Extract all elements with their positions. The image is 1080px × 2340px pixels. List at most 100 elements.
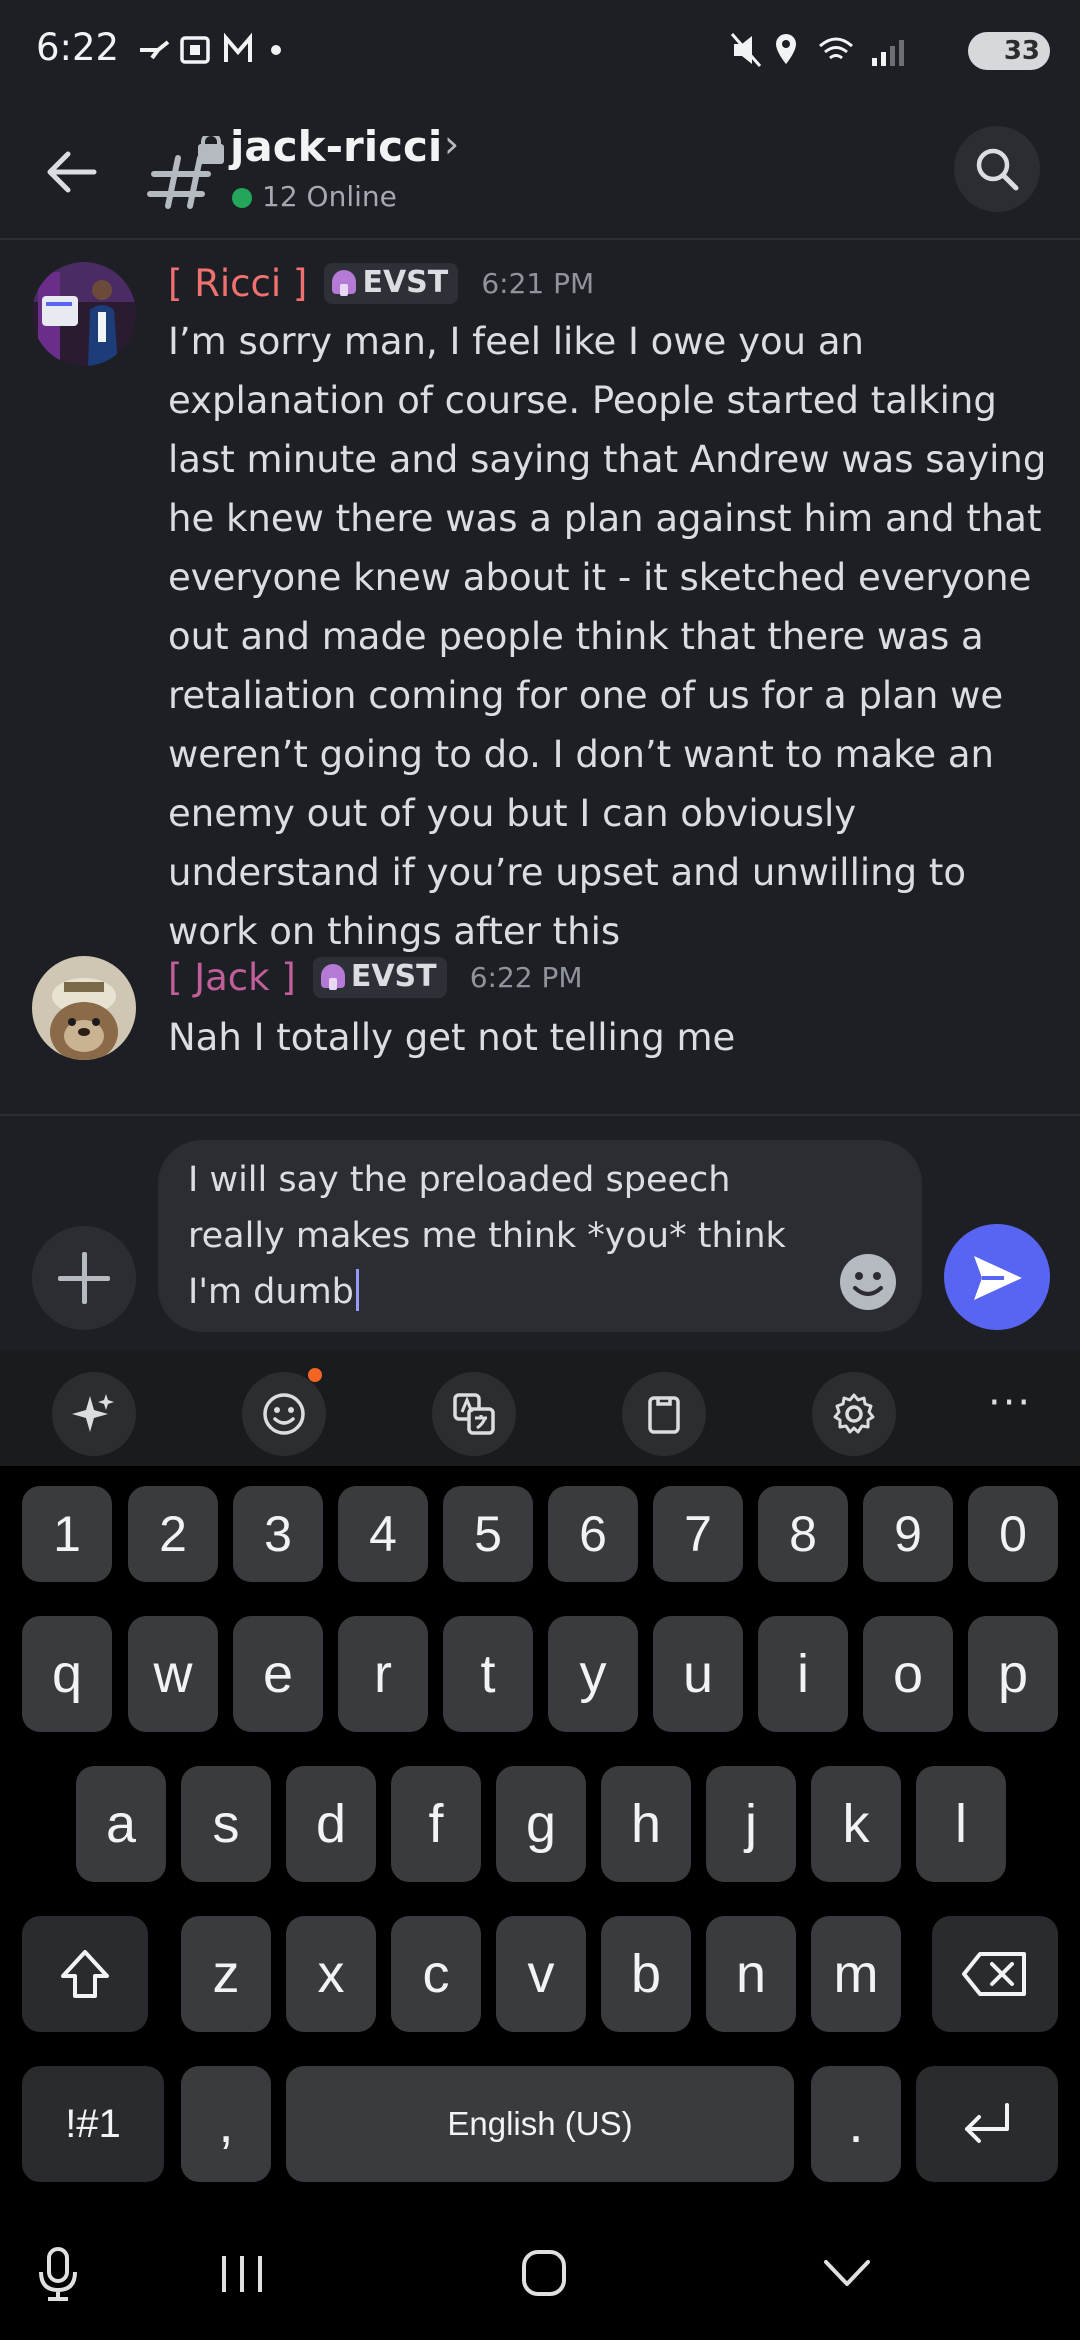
author-name[interactable]: [ Ricci ]: [168, 262, 307, 305]
key-9[interactable]: 9: [863, 1486, 953, 1582]
key-8[interactable]: 8: [758, 1486, 848, 1582]
emoji-icon: [840, 1254, 896, 1310]
back-button[interactable]: [40, 140, 104, 204]
key-x[interactable]: x: [286, 1916, 376, 2032]
author-name[interactable]: [ Jack ]: [168, 956, 296, 999]
key-5[interactable]: 5: [443, 1486, 533, 1582]
comma-key[interactable]: ,: [181, 2066, 271, 2182]
back-arrow-icon: [47, 151, 97, 193]
translate-icon: [453, 1393, 495, 1435]
channel-name[interactable]: jack-ricci: [230, 122, 442, 171]
key-y[interactable]: y: [548, 1616, 638, 1732]
add-attachment-button[interactable]: [32, 1226, 136, 1330]
message-meta: [ Jack ] EVST 6:22 PM: [168, 956, 583, 1002]
key-3[interactable]: 3: [233, 1486, 323, 1582]
key-h[interactable]: h: [601, 1766, 691, 1882]
key-l[interactable]: l: [916, 1766, 1006, 1882]
key-j[interactable]: j: [706, 1766, 796, 1882]
symbols-key[interactable]: !#1: [22, 2066, 164, 2182]
battery-indicator: 33: [968, 32, 1050, 70]
keyboard-settings-button[interactable]: [812, 1372, 896, 1456]
key-k[interactable]: k: [811, 1766, 901, 1882]
key-w[interactable]: w: [128, 1616, 218, 1732]
key-b[interactable]: b: [601, 1916, 691, 2032]
key-p[interactable]: p: [968, 1616, 1058, 1732]
period-key[interactable]: .: [811, 2066, 901, 2182]
message-input-text[interactable]: I will say the preloaded speech really m…: [188, 1152, 838, 1320]
search-icon: [976, 148, 1019, 191]
message-meta: [ Ricci ] EVST 6:21 PM: [168, 262, 594, 308]
send-button[interactable]: [944, 1224, 1050, 1330]
shift-icon: [61, 1950, 109, 1998]
enter-key[interactable]: [916, 2066, 1058, 2182]
chevron-right-icon[interactable]: ›: [444, 122, 459, 166]
clipboard-button[interactable]: [622, 1372, 706, 1456]
key-g[interactable]: g: [496, 1766, 586, 1882]
message-composer: I will say the preloaded speech really m…: [0, 1114, 1080, 1350]
send-icon: [974, 1256, 1022, 1300]
key-f[interactable]: f: [391, 1766, 481, 1882]
message-input[interactable]: I will say the preloaded speech really m…: [158, 1140, 922, 1332]
backspace-icon: [962, 1952, 1026, 1996]
emoji-button[interactable]: [838, 1252, 898, 1312]
key-d[interactable]: d: [286, 1766, 376, 1882]
mushroom-icon: [332, 270, 357, 296]
hide-keyboard-icon[interactable]: [822, 2256, 872, 2290]
guild-tag[interactable]: EVST: [312, 957, 447, 998]
avatar[interactable]: [32, 956, 136, 1060]
status-time: 6:22: [36, 26, 120, 69]
mushroom-icon: [320, 964, 345, 990]
emoji-icon: [263, 1393, 305, 1435]
avatar[interactable]: [32, 262, 136, 366]
recent-apps-icon[interactable]: [218, 2252, 266, 2296]
key-z[interactable]: z: [181, 1916, 271, 2032]
backspace-key[interactable]: [932, 1916, 1058, 2032]
emoji-keyboard-button[interactable]: [242, 1372, 326, 1456]
key-7[interactable]: 7: [653, 1486, 743, 1582]
keyboard-toolbar: ···: [0, 1350, 1080, 1466]
key-a[interactable]: a: [76, 1766, 166, 1882]
online-status-dot: [232, 188, 252, 208]
key-t[interactable]: t: [443, 1616, 533, 1732]
system-icons: [730, 33, 904, 67]
home-icon[interactable]: [520, 2248, 568, 2298]
guild-tag[interactable]: EVST: [324, 263, 459, 304]
microphone-icon[interactable]: [36, 2246, 80, 2302]
message-item[interactable]: [ Ricci ] EVST 6:21 PM I’m sorry man, I …: [0, 262, 1080, 953]
message-text: Nah I totally get not telling me: [168, 1016, 736, 1059]
key-r[interactable]: r: [338, 1616, 428, 1732]
key-4[interactable]: 4: [338, 1486, 428, 1582]
status-notification-icons: [138, 30, 308, 78]
message-item[interactable]: [ Jack ] EVST 6:22 PM Nah I totally get …: [0, 956, 1080, 1076]
key-6[interactable]: 6: [548, 1486, 638, 1582]
system-nav-bar: [0, 2210, 1080, 2340]
guild-tag-label: EVST: [350, 959, 437, 994]
key-1[interactable]: 1: [22, 1486, 112, 1582]
message-timestamp: 6:22 PM: [469, 961, 583, 994]
message-text: I’m sorry man, I feel like I owe you an …: [168, 320, 1047, 953]
keyboard: 1 2 3 4 5 6 7 8 9 0 q w e r t y u i o p …: [0, 1466, 1080, 2210]
text-caret: [355, 1269, 359, 1311]
key-e[interactable]: e: [233, 1616, 323, 1732]
key-i[interactable]: i: [758, 1616, 848, 1732]
translate-button[interactable]: [432, 1372, 516, 1456]
ai-tools-button[interactable]: [52, 1372, 136, 1456]
key-c[interactable]: c: [391, 1916, 481, 2032]
key-q[interactable]: q: [22, 1616, 112, 1732]
search-button[interactable]: [954, 126, 1040, 212]
status-bar: 6:22 33: [0, 0, 1080, 100]
guild-tag-label: EVST: [362, 265, 449, 300]
status-system-icons: [730, 30, 930, 78]
key-m[interactable]: m: [811, 1916, 901, 2032]
space-key[interactable]: English (US): [286, 2066, 794, 2182]
key-2[interactable]: 2: [128, 1486, 218, 1582]
key-u[interactable]: u: [653, 1616, 743, 1732]
more-icon[interactable]: ···: [988, 1380, 1032, 1426]
key-v[interactable]: v: [496, 1916, 586, 2032]
key-o[interactable]: o: [863, 1616, 953, 1732]
key-0[interactable]: 0: [968, 1486, 1058, 1582]
key-s[interactable]: s: [181, 1766, 271, 1882]
shift-key[interactable]: [22, 1916, 148, 2032]
enter-icon: [965, 2103, 1009, 2143]
key-n[interactable]: n: [706, 1916, 796, 2032]
